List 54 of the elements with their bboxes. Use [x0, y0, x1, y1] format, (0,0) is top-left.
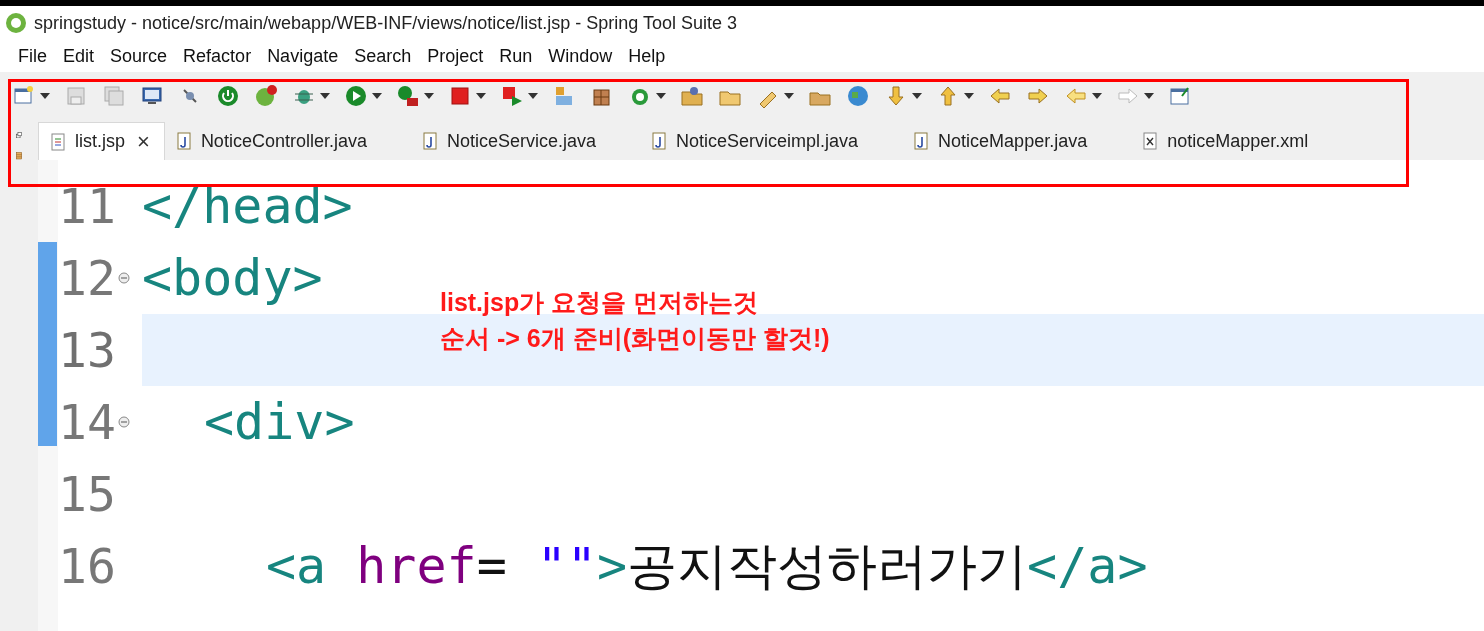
menu-item[interactable]: Search	[346, 42, 420, 70]
java-file-icon	[912, 132, 931, 150]
line-number: 15	[58, 470, 117, 518]
restore-icon[interactable]	[13, 132, 25, 139]
code-line: <a href= "">공지작성하러가기</a>	[266, 541, 1148, 591]
java-file-icon	[650, 132, 668, 150]
menu-item[interactable]: File	[10, 42, 55, 70]
annotation-text: list.jsp가 요청을 먼저하는것	[440, 287, 760, 318]
menu-item[interactable]: Source	[102, 42, 176, 70]
line-number: 11	[58, 182, 117, 230]
menu-item[interactable]: Navigate	[259, 42, 347, 70]
line-number: 14	[58, 398, 142, 446]
dropdown-caret-icon[interactable]	[424, 93, 434, 99]
fold-icon[interactable]	[117, 416, 130, 428]
fold-icon[interactable]	[117, 272, 130, 284]
window-title: springstudy - notice/src/main/webapp/WEB-INF/views/notice/list.jsp - Spring Tool Suite 3	[34, 11, 737, 35]
menu-item[interactable]: Help	[620, 42, 674, 70]
dropdown-caret-icon[interactable]	[40, 93, 50, 99]
code-line: <body>	[142, 253, 323, 303]
stop-run-icon[interactable]	[500, 84, 524, 108]
annotation-text: 순서 -> 6개 준비(화면이동만 할것!)	[440, 323, 830, 354]
dropdown-caret-icon[interactable]	[1092, 93, 1102, 99]
menu-item[interactable]: Project	[419, 42, 492, 70]
dropdown-caret-icon[interactable]	[964, 93, 974, 99]
dropdown-caret-icon[interactable]	[656, 93, 666, 99]
java-file-icon	[420, 132, 439, 150]
dropdown-caret-icon[interactable]	[372, 93, 382, 99]
run-icon[interactable]	[344, 84, 368, 108]
code-line: </head>	[142, 181, 353, 231]
menu-item[interactable]: Run	[491, 42, 541, 70]
editor-tab[interactable]: list.jsp ×	[38, 122, 165, 160]
menu-item[interactable]: Edit	[55, 42, 103, 70]
menu-item[interactable]: Window	[540, 42, 621, 70]
dropdown-caret-icon[interactable]	[476, 93, 486, 99]
line-number: 13	[58, 326, 117, 374]
dropdown-caret-icon[interactable]	[528, 93, 538, 99]
dropdown-caret-icon[interactable]	[320, 93, 330, 99]
dropdown-caret-icon[interactable]	[912, 93, 922, 99]
open-folder-icon[interactable]	[680, 84, 704, 108]
line-number: 12	[58, 254, 142, 302]
globe-icon[interactable]	[846, 84, 870, 108]
menu-item[interactable]: Refactor	[175, 42, 260, 70]
line-number: 16	[58, 542, 117, 590]
app-logo-icon	[4, 11, 28, 35]
outline-icon[interactable]	[13, 152, 25, 160]
stop-icon[interactable]	[448, 84, 472, 108]
dropdown-caret-icon[interactable]	[784, 93, 794, 99]
dropdown-caret-icon[interactable]	[1144, 93, 1154, 99]
java-file-icon	[174, 132, 193, 150]
xml-file-icon	[1141, 132, 1160, 150]
code-line: <div>	[204, 397, 355, 447]
jsp-file-icon	[49, 132, 67, 151]
power-icon[interactable]	[216, 84, 240, 108]
close-tab-button[interactable]: ×	[137, 125, 150, 158]
